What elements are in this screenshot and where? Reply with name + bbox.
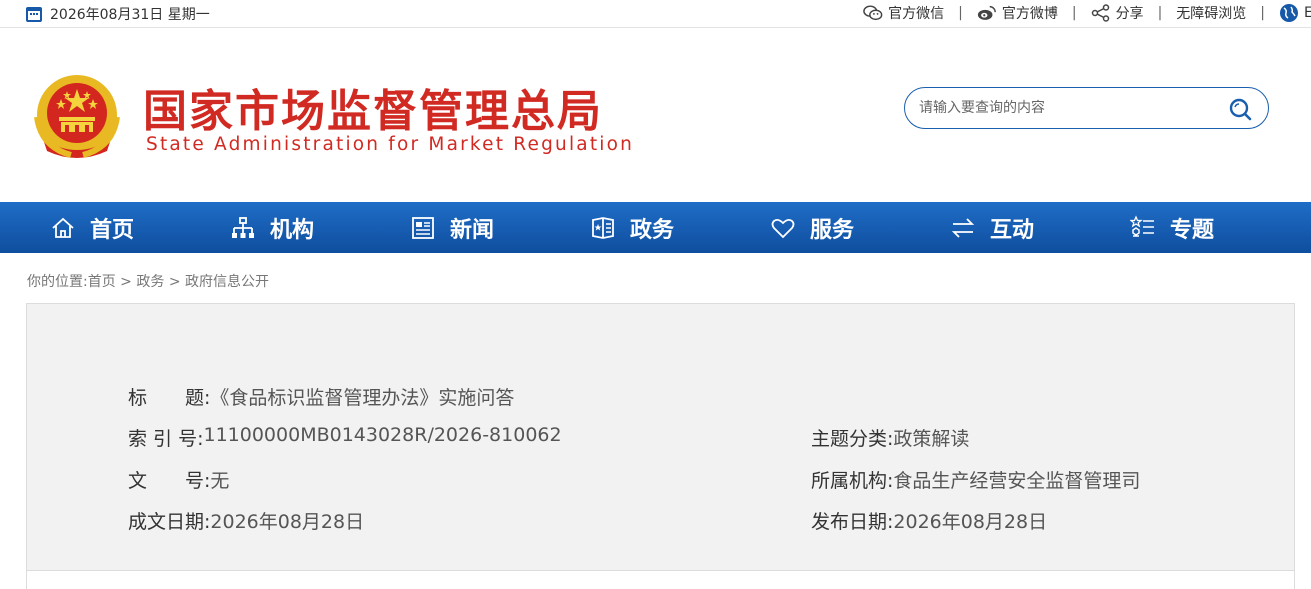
breadcrumb: 你的位置:首页 > 政务 > 政府信息公开 bbox=[27, 271, 269, 291]
news-icon bbox=[412, 216, 434, 239]
wechat-link[interactable]: 官方微信 bbox=[863, 3, 944, 23]
document-info-panel: 标 题: 《食品标识监督管理办法》实施问答 索 引 号: 11100000MB0… bbox=[26, 303, 1295, 571]
date-text: 2026年08月31日 星期一 bbox=[50, 7, 210, 23]
nav-item-news[interactable]: 新闻 bbox=[410, 202, 494, 253]
title-label: 标 题: bbox=[128, 387, 211, 409]
nav-item-topics[interactable]: 专题 bbox=[1130, 202, 1214, 253]
title-value: 《食品标识监督管理办法》实施问答 bbox=[210, 387, 515, 409]
nav-item-home[interactable]: 首页 bbox=[50, 202, 134, 253]
nav-label: 新闻 bbox=[450, 217, 495, 243]
wechat-icon bbox=[863, 5, 883, 21]
top-links: 官方微信 | 官方微博 | 分享 | 无障碍浏览 | E bbox=[863, 3, 1311, 23]
org-value: 食品生产经营安全监督管理司 bbox=[893, 470, 1141, 492]
top-bar: 2026年08月31日 星期一 官方微信 | 官方微博 | 分享 | 无障碍浏览… bbox=[0, 0, 1311, 28]
nav-label: 机构 bbox=[270, 217, 315, 243]
info-row-index: 索 引 号: 11100000MB0143028R/2026-810062 bbox=[128, 424, 562, 451]
category-value: 政策解读 bbox=[893, 428, 970, 450]
site-title-english: State Administration for Market Regulati… bbox=[146, 134, 635, 155]
exchange-icon bbox=[951, 217, 975, 238]
breadcrumb-prefix: 你的位置: bbox=[27, 274, 88, 290]
info-row-title: 标 题: 《食品标识监督管理办法》实施问答 bbox=[128, 383, 514, 410]
divider: | bbox=[1260, 5, 1265, 21]
nav-label: 政务 bbox=[630, 217, 675, 243]
government-icon bbox=[592, 216, 614, 239]
search-box bbox=[904, 87, 1269, 129]
published-value: 2026年08月28日 bbox=[893, 511, 1048, 533]
published-label: 发布日期: bbox=[811, 511, 894, 533]
date-display: 2026年08月31日 星期一 bbox=[26, 4, 210, 24]
breadcrumb-separator: > bbox=[120, 274, 132, 290]
info-row-org: 所属机构: 食品生产经营安全监督管理司 bbox=[811, 466, 1140, 493]
info-row-created: 成文日期: 2026年08月28日 bbox=[128, 507, 364, 534]
nav-item-services[interactable]: 服务 bbox=[770, 202, 854, 253]
created-value: 2026年08月28日 bbox=[210, 511, 365, 533]
breadcrumb-government[interactable]: 政务 bbox=[136, 274, 164, 290]
info-row-published: 发布日期: 2026年08月28日 bbox=[811, 507, 1047, 534]
home-icon bbox=[52, 217, 74, 238]
nav-label: 专题 bbox=[1170, 217, 1215, 243]
search-input[interactable] bbox=[919, 96, 1219, 120]
globe-icon bbox=[1280, 4, 1298, 22]
breadcrumb-separator: > bbox=[168, 274, 181, 290]
divider: | bbox=[1071, 5, 1077, 21]
org-chart-icon bbox=[232, 216, 254, 238]
weibo-link[interactable]: 官方微博 bbox=[977, 3, 1058, 23]
index-label: 索 引 号: bbox=[128, 428, 204, 450]
accessibility-link[interactable]: 无障碍浏览 bbox=[1176, 3, 1246, 23]
divider: | bbox=[1157, 5, 1163, 21]
breadcrumb-home[interactable]: 首页 bbox=[88, 274, 116, 290]
weibo-icon bbox=[977, 5, 996, 20]
category-label: 主题分类: bbox=[811, 428, 894, 450]
divider: | bbox=[958, 5, 963, 21]
org-label: 所属机构: bbox=[811, 470, 894, 492]
topics-list-icon bbox=[1130, 214, 1154, 237]
weibo-label: 官方微博 bbox=[1001, 6, 1058, 22]
english-link[interactable]: E bbox=[1279, 3, 1311, 23]
wechat-label: 官方微信 bbox=[888, 6, 945, 22]
created-label: 成文日期: bbox=[128, 511, 211, 533]
info-row-docno: 文 号: 无 bbox=[128, 466, 229, 493]
index-value: 11100000MB0143028R/2026-810062 bbox=[203, 424, 562, 446]
english-label: E bbox=[1304, 5, 1311, 21]
accessibility-label: 无障碍浏览 bbox=[1176, 6, 1247, 22]
nav-label: 首页 bbox=[90, 217, 135, 243]
docno-value: 无 bbox=[210, 470, 230, 492]
calendar-icon bbox=[26, 6, 42, 22]
site-header: 国家市场监督管理总局 State Administration for Mark… bbox=[0, 29, 1311, 202]
nav-item-organization[interactable]: 机构 bbox=[230, 202, 314, 253]
share-label: 分享 bbox=[1115, 6, 1144, 22]
article-body-edge bbox=[26, 571, 1295, 589]
share-link[interactable]: 分享 bbox=[1091, 3, 1144, 23]
main-nav: 首页 机构 新闻 政务 服务 互动 专题 bbox=[0, 202, 1311, 253]
docno-label: 文 号: bbox=[128, 470, 211, 492]
nav-item-interaction[interactable]: 互动 bbox=[950, 202, 1034, 253]
nav-label: 互动 bbox=[990, 217, 1035, 243]
nav-label: 服务 bbox=[810, 217, 855, 243]
nav-item-government[interactable]: 政务 bbox=[590, 202, 674, 253]
national-emblem-logo[interactable] bbox=[31, 69, 123, 163]
info-row-category: 主题分类: 政策解读 bbox=[811, 424, 969, 451]
heart-icon bbox=[771, 218, 795, 238]
site-title-chinese: 国家市场监督管理总局 bbox=[143, 86, 603, 137]
breadcrumb-info-disclosure[interactable]: 政府信息公开 bbox=[185, 274, 269, 290]
search-icon[interactable] bbox=[1228, 97, 1252, 121]
share-icon bbox=[1091, 4, 1109, 22]
